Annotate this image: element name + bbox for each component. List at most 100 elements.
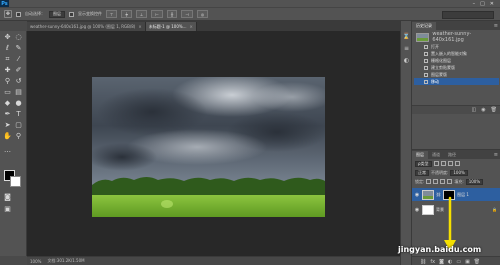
filter-adjustment-icon[interactable] — [440, 161, 446, 166]
opacity-input[interactable]: 100% — [450, 169, 468, 176]
type-tool-icon[interactable]: T — [14, 110, 23, 119]
more-tools-icon[interactable]: … — [3, 146, 12, 155]
marquee-tool-icon[interactable]: ◌ — [14, 33, 23, 42]
history-item[interactable]: 打开 — [414, 43, 499, 50]
blend-opacity-row: 正常 不透明度: 100% — [412, 168, 500, 177]
healing-brush-icon[interactable]: ✚ — [3, 66, 12, 75]
history-step-icon — [424, 65, 428, 70]
shape-tool-icon[interactable]: ▢ — [14, 121, 23, 130]
collapsed-panel-dock: ⌛ ≡ ◐ — [400, 21, 411, 265]
adjustment-layer-icon[interactable]: ◐ — [448, 259, 452, 265]
document-tab-label: 未标题-1 @ 100%... — [148, 23, 187, 29]
lock-position-icon[interactable] — [440, 179, 446, 184]
history-brush-icon[interactable]: ↺ — [14, 77, 23, 86]
panel-menu-icon[interactable]: ≡ — [494, 23, 500, 29]
canvas-area[interactable] — [27, 31, 400, 256]
history-panel-icon[interactable]: ⌛ — [402, 33, 411, 41]
close-tab-icon[interactable]: × — [138, 24, 141, 29]
background-color-swatch[interactable] — [10, 176, 21, 187]
options-bar: ✥ 自动选择： 图层 显示变换控件 ⊤ ╪ ⊥ ⊢ ╫ ⊣ ◎ — [0, 7, 500, 21]
tab-paths[interactable]: 路径 — [444, 151, 460, 159]
maximize-button[interactable]: □ — [480, 1, 485, 7]
tab-layers[interactable]: 图层 — [412, 151, 428, 159]
document-tab-active[interactable]: 未标题-1 @ 100%... × — [145, 22, 197, 31]
add-mask-icon[interactable]: ◙ — [439, 259, 444, 265]
crop-tool-icon[interactable]: ⌗ — [3, 55, 12, 64]
history-item[interactable]: 图层蒙版 — [414, 71, 499, 78]
minimize-button[interactable]: – — [473, 1, 476, 7]
lock-pixels-icon[interactable] — [433, 179, 439, 184]
history-item[interactable]: 建立剪贴蒙版 — [414, 64, 499, 71]
layers-panel-tabs: 图层 通道 路径 ≡ — [412, 150, 500, 159]
pen-tool-icon[interactable]: ✒ — [3, 110, 12, 119]
workspace-select[interactable] — [442, 11, 494, 19]
chain-icon[interactable]: ⛓ — [436, 192, 441, 197]
auto-select-dropdown[interactable]: 图层 — [49, 10, 65, 18]
document-tab-label: weather-sunny-640x161.jpg @ 100% (图层 1, … — [30, 23, 136, 29]
new-layer-icon[interactable]: ▣ — [465, 259, 470, 265]
auto-select-checkbox[interactable] — [16, 11, 21, 17]
zoom-level[interactable]: 100% — [30, 259, 41, 264]
fill-input[interactable]: 100% — [465, 178, 484, 185]
delete-layer-icon[interactable]: 🗑 — [474, 259, 480, 265]
filter-pixel-icon[interactable] — [433, 161, 439, 166]
document-tab[interactable]: weather-sunny-640x161.jpg @ 100% (图层 1, … — [27, 22, 146, 31]
hand-tool-icon[interactable]: ✋ — [3, 132, 12, 141]
new-group-icon[interactable]: ▭ — [456, 259, 461, 265]
history-step-icon — [424, 51, 428, 56]
zoom-tool-icon[interactable]: ⚲ — [14, 132, 23, 141]
canvas-image[interactable] — [92, 77, 325, 217]
dodge-tool-icon[interactable]: ● — [14, 99, 23, 108]
panel-menu-icon[interactable]: ≡ — [494, 152, 500, 158]
layer-style-icon[interactable]: fx — [430, 259, 435, 265]
brush-tool-icon[interactable]: ✐ — [14, 66, 23, 75]
new-snapshot-icon[interactable]: ◉ — [481, 107, 485, 113]
tab-history[interactable]: 历史记录 — [412, 22, 436, 30]
show-transform-checkbox[interactable] — [69, 11, 74, 17]
close-window-button[interactable]: ✕ — [490, 1, 494, 7]
align-left-button[interactable]: ⊢ — [151, 10, 163, 18]
history-snapshot[interactable]: weather-sunny-640x161.jpg — [414, 31, 499, 43]
blur-tool-icon[interactable]: ◆ — [3, 99, 12, 108]
lock-all-icon[interactable] — [447, 179, 453, 184]
adjustments-panel-icon[interactable]: ◐ — [402, 57, 411, 65]
link-layers-icon[interactable]: ⛓ — [420, 259, 426, 265]
history-item[interactable]: 置入嵌入的智能对象 — [414, 50, 499, 57]
close-tab-icon[interactable]: × — [190, 24, 193, 29]
visibility-eye-icon[interactable]: ◉ — [414, 192, 420, 198]
filter-shape-icon[interactable] — [454, 161, 460, 166]
quick-mask-icon[interactable]: ◙ — [3, 193, 12, 202]
show-transform-label: 显示变换控件 — [78, 11, 102, 16]
layer-kind-filter[interactable]: ρ类型 — [415, 160, 432, 167]
align-right-button[interactable]: ⊣ — [181, 10, 193, 18]
layers-footer: ⛓ fx ◙ ◐ ▭ ▣ 🗑 — [412, 256, 500, 265]
visibility-eye-icon[interactable]: ◉ — [414, 207, 420, 213]
new-document-from-state-icon[interactable]: ◫ — [472, 107, 477, 113]
3d-mode-button[interactable]: ◎ — [196, 10, 209, 18]
quick-select-tool-icon[interactable]: ✎ — [14, 44, 23, 53]
delete-state-icon[interactable]: 🗑 — [491, 107, 497, 113]
path-select-icon[interactable]: ➤ — [3, 121, 12, 130]
filter-type-icon[interactable] — [447, 161, 453, 166]
eraser-tool-icon[interactable]: ▭ — [3, 88, 12, 97]
properties-panel-icon[interactable]: ≡ — [402, 45, 411, 53]
lock-transparent-icon[interactable] — [426, 179, 432, 184]
move-tool-icon[interactable]: ✥ — [3, 33, 12, 42]
align-top-button[interactable]: ⊤ — [106, 10, 118, 18]
tab-channels[interactable]: 通道 — [428, 151, 444, 159]
history-item[interactable]: 栅格化图层 — [414, 57, 499, 64]
history-item-active[interactable]: 移动 — [414, 78, 499, 85]
screen-mode-icon[interactable]: ▣ — [3, 205, 12, 214]
align-bottom-button[interactable]: ⊥ — [135, 10, 148, 18]
lasso-tool-icon[interactable]: ℓ — [3, 44, 12, 53]
app-logo[interactable]: Ps — [0, 0, 9, 7]
gradient-tool-icon[interactable]: ▤ — [14, 88, 23, 97]
clone-stamp-icon[interactable]: ⚲ — [3, 77, 12, 86]
align-middle-button[interactable]: ╪ — [121, 10, 132, 18]
align-center-button[interactable]: ╫ — [166, 10, 178, 18]
move-tool-preset-icon[interactable]: ✥ — [4, 10, 12, 18]
history-item-label: 建立剪贴蒙版 — [431, 64, 455, 70]
eyedropper-tool-icon[interactable]: ⁄ — [14, 55, 23, 64]
blend-mode-select[interactable]: 正常 — [415, 169, 429, 176]
layer-name[interactable]: 图层 1 — [457, 192, 469, 198]
